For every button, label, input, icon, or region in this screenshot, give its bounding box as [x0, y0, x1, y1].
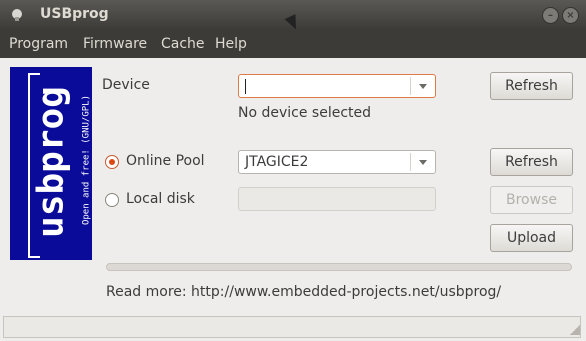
minimize-icon[interactable]: –: [542, 7, 559, 24]
online-pool-value: JTAGICE2: [245, 154, 309, 170]
chevron-down-icon[interactable]: [419, 160, 427, 165]
upload-button[interactable]: Upload: [490, 224, 573, 252]
combo-separator: [410, 153, 411, 171]
resize-grip-icon[interactable]: [570, 325, 580, 335]
online-pool-label[interactable]: Online Pool: [126, 153, 205, 169]
main-window: USBprog – × Program Firmware Cache Help …: [0, 0, 586, 341]
read-more-link[interactable]: Read more: http://www.embedded-projects.…: [106, 284, 501, 300]
window-title: USBprog: [40, 6, 109, 22]
menu-help[interactable]: Help: [215, 36, 247, 52]
browse-button: Browse: [490, 186, 573, 214]
app-icon: [12, 9, 22, 21]
status-bar: [3, 316, 581, 338]
device-label: Device: [102, 77, 150, 93]
online-pool-refresh-button[interactable]: Refresh: [490, 148, 573, 176]
local-disk-radio[interactable]: [105, 193, 119, 207]
logo-sub-text: Open and free! (GNU/GPL): [81, 94, 92, 226]
local-disk-field: [238, 187, 436, 211]
online-pool-combo[interactable]: JTAGICE2: [238, 150, 436, 174]
device-combo[interactable]: [238, 74, 436, 98]
combo-separator: [410, 77, 411, 95]
online-pool-radio[interactable]: [105, 155, 119, 169]
menu-program[interactable]: Program: [9, 36, 68, 52]
menu-bar: Program Firmware Cache Help: [0, 30, 586, 58]
device-status: No device selected: [238, 105, 372, 121]
upload-progress-bar: [106, 263, 572, 271]
menu-cache[interactable]: Cache: [161, 36, 205, 52]
close-icon[interactable]: ×: [562, 7, 579, 24]
menu-firmware[interactable]: Firmware: [83, 36, 147, 52]
device-refresh-button[interactable]: Refresh: [490, 72, 573, 100]
text-caret: [245, 79, 246, 94]
chevron-down-icon[interactable]: [419, 84, 427, 89]
logo-main-text: usbprog: [30, 86, 72, 238]
usbprog-logo: usbprog Open and free! (GNU/GPL): [10, 67, 92, 260]
local-disk-label[interactable]: Local disk: [126, 191, 195, 207]
